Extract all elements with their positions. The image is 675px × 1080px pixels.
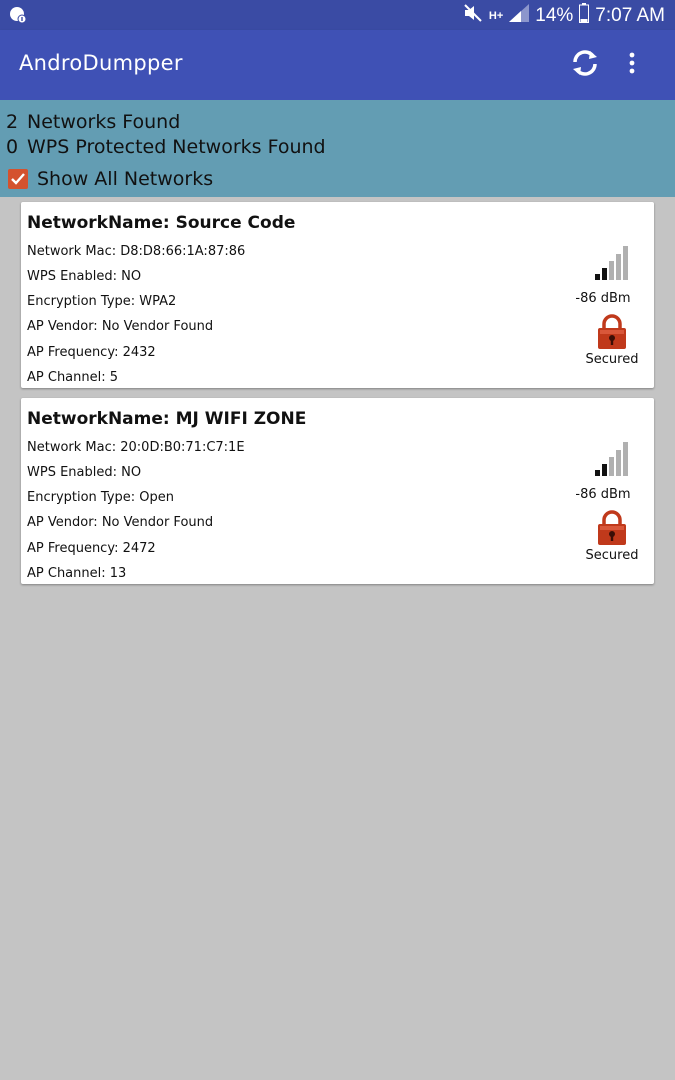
wps-found-row: 0 WPS Protected Networks Found bbox=[6, 136, 326, 158]
networks-found-row: 2 Networks Found bbox=[6, 111, 180, 133]
networks-count: 2 bbox=[6, 111, 19, 133]
wifi-signal-icon bbox=[593, 242, 633, 282]
lock-icon bbox=[597, 510, 627, 546]
wps-enabled: WPS Enabled: NO bbox=[27, 465, 142, 480]
app-bar: AndroDumpper bbox=[0, 30, 675, 100]
signal-strength: -86 dBm bbox=[575, 291, 631, 306]
notification-icon bbox=[9, 6, 27, 29]
checkbox-checked-icon[interactable] bbox=[8, 169, 28, 189]
wps-enabled: WPS Enabled: NO bbox=[27, 269, 142, 284]
signal-strength: -86 dBm bbox=[575, 487, 631, 502]
networks-label: Networks Found bbox=[27, 111, 181, 133]
battery-percent: 14% bbox=[535, 5, 574, 26]
ap-frequency: AP Frequency: 2432 bbox=[27, 345, 156, 360]
show-all-networks-checkbox[interactable]: Show All Networks bbox=[8, 168, 213, 190]
show-all-label: Show All Networks bbox=[37, 168, 214, 190]
network-mac: Network Mac: D8:D8:66:1A:87:86 bbox=[27, 244, 246, 259]
status-bar: H+ 14% 7:07 AM bbox=[0, 0, 675, 30]
network-type-icon: H+ bbox=[488, 10, 504, 22]
network-name: NetworkName: Source Code bbox=[27, 213, 296, 233]
cell-signal-icon bbox=[509, 4, 530, 28]
ap-channel: AP Channel: 13 bbox=[27, 566, 127, 581]
network-card[interactable]: NetworkName: MJ WIFI ZONE Network Mac: 2… bbox=[21, 398, 654, 584]
ap-vendor: AP Vendor: No Vendor Found bbox=[27, 515, 214, 530]
wps-count: 0 bbox=[6, 136, 19, 158]
more-options-button[interactable] bbox=[620, 49, 644, 77]
app-title: AndroDumpper bbox=[19, 51, 183, 75]
ap-vendor: AP Vendor: No Vendor Found bbox=[27, 319, 214, 334]
more-vert-icon bbox=[629, 52, 635, 74]
clock: 7:07 AM bbox=[595, 5, 665, 26]
network-mac: Network Mac: 20:0D:B0:71:C7:1E bbox=[27, 440, 245, 455]
network-card[interactable]: NetworkName: Source Code Network Mac: D8… bbox=[21, 202, 654, 388]
wps-label: WPS Protected Networks Found bbox=[27, 136, 326, 158]
encryption-type: Encryption Type: WPA2 bbox=[27, 294, 177, 309]
battery-icon bbox=[579, 3, 590, 29]
security-status: Secured bbox=[585, 352, 639, 367]
summary-panel: 2 Networks Found 0 WPS Protected Network… bbox=[0, 100, 675, 197]
ap-channel: AP Channel: 5 bbox=[27, 370, 119, 385]
refresh-button[interactable] bbox=[569, 47, 601, 79]
encryption-type: Encryption Type: Open bbox=[27, 490, 175, 505]
security-status: Secured bbox=[585, 548, 639, 563]
refresh-icon bbox=[573, 50, 597, 76]
lock-icon bbox=[597, 314, 627, 350]
mute-icon bbox=[463, 3, 483, 29]
network-name: NetworkName: MJ WIFI ZONE bbox=[27, 409, 307, 429]
wifi-signal-icon bbox=[593, 438, 633, 478]
ap-frequency: AP Frequency: 2472 bbox=[27, 541, 156, 556]
